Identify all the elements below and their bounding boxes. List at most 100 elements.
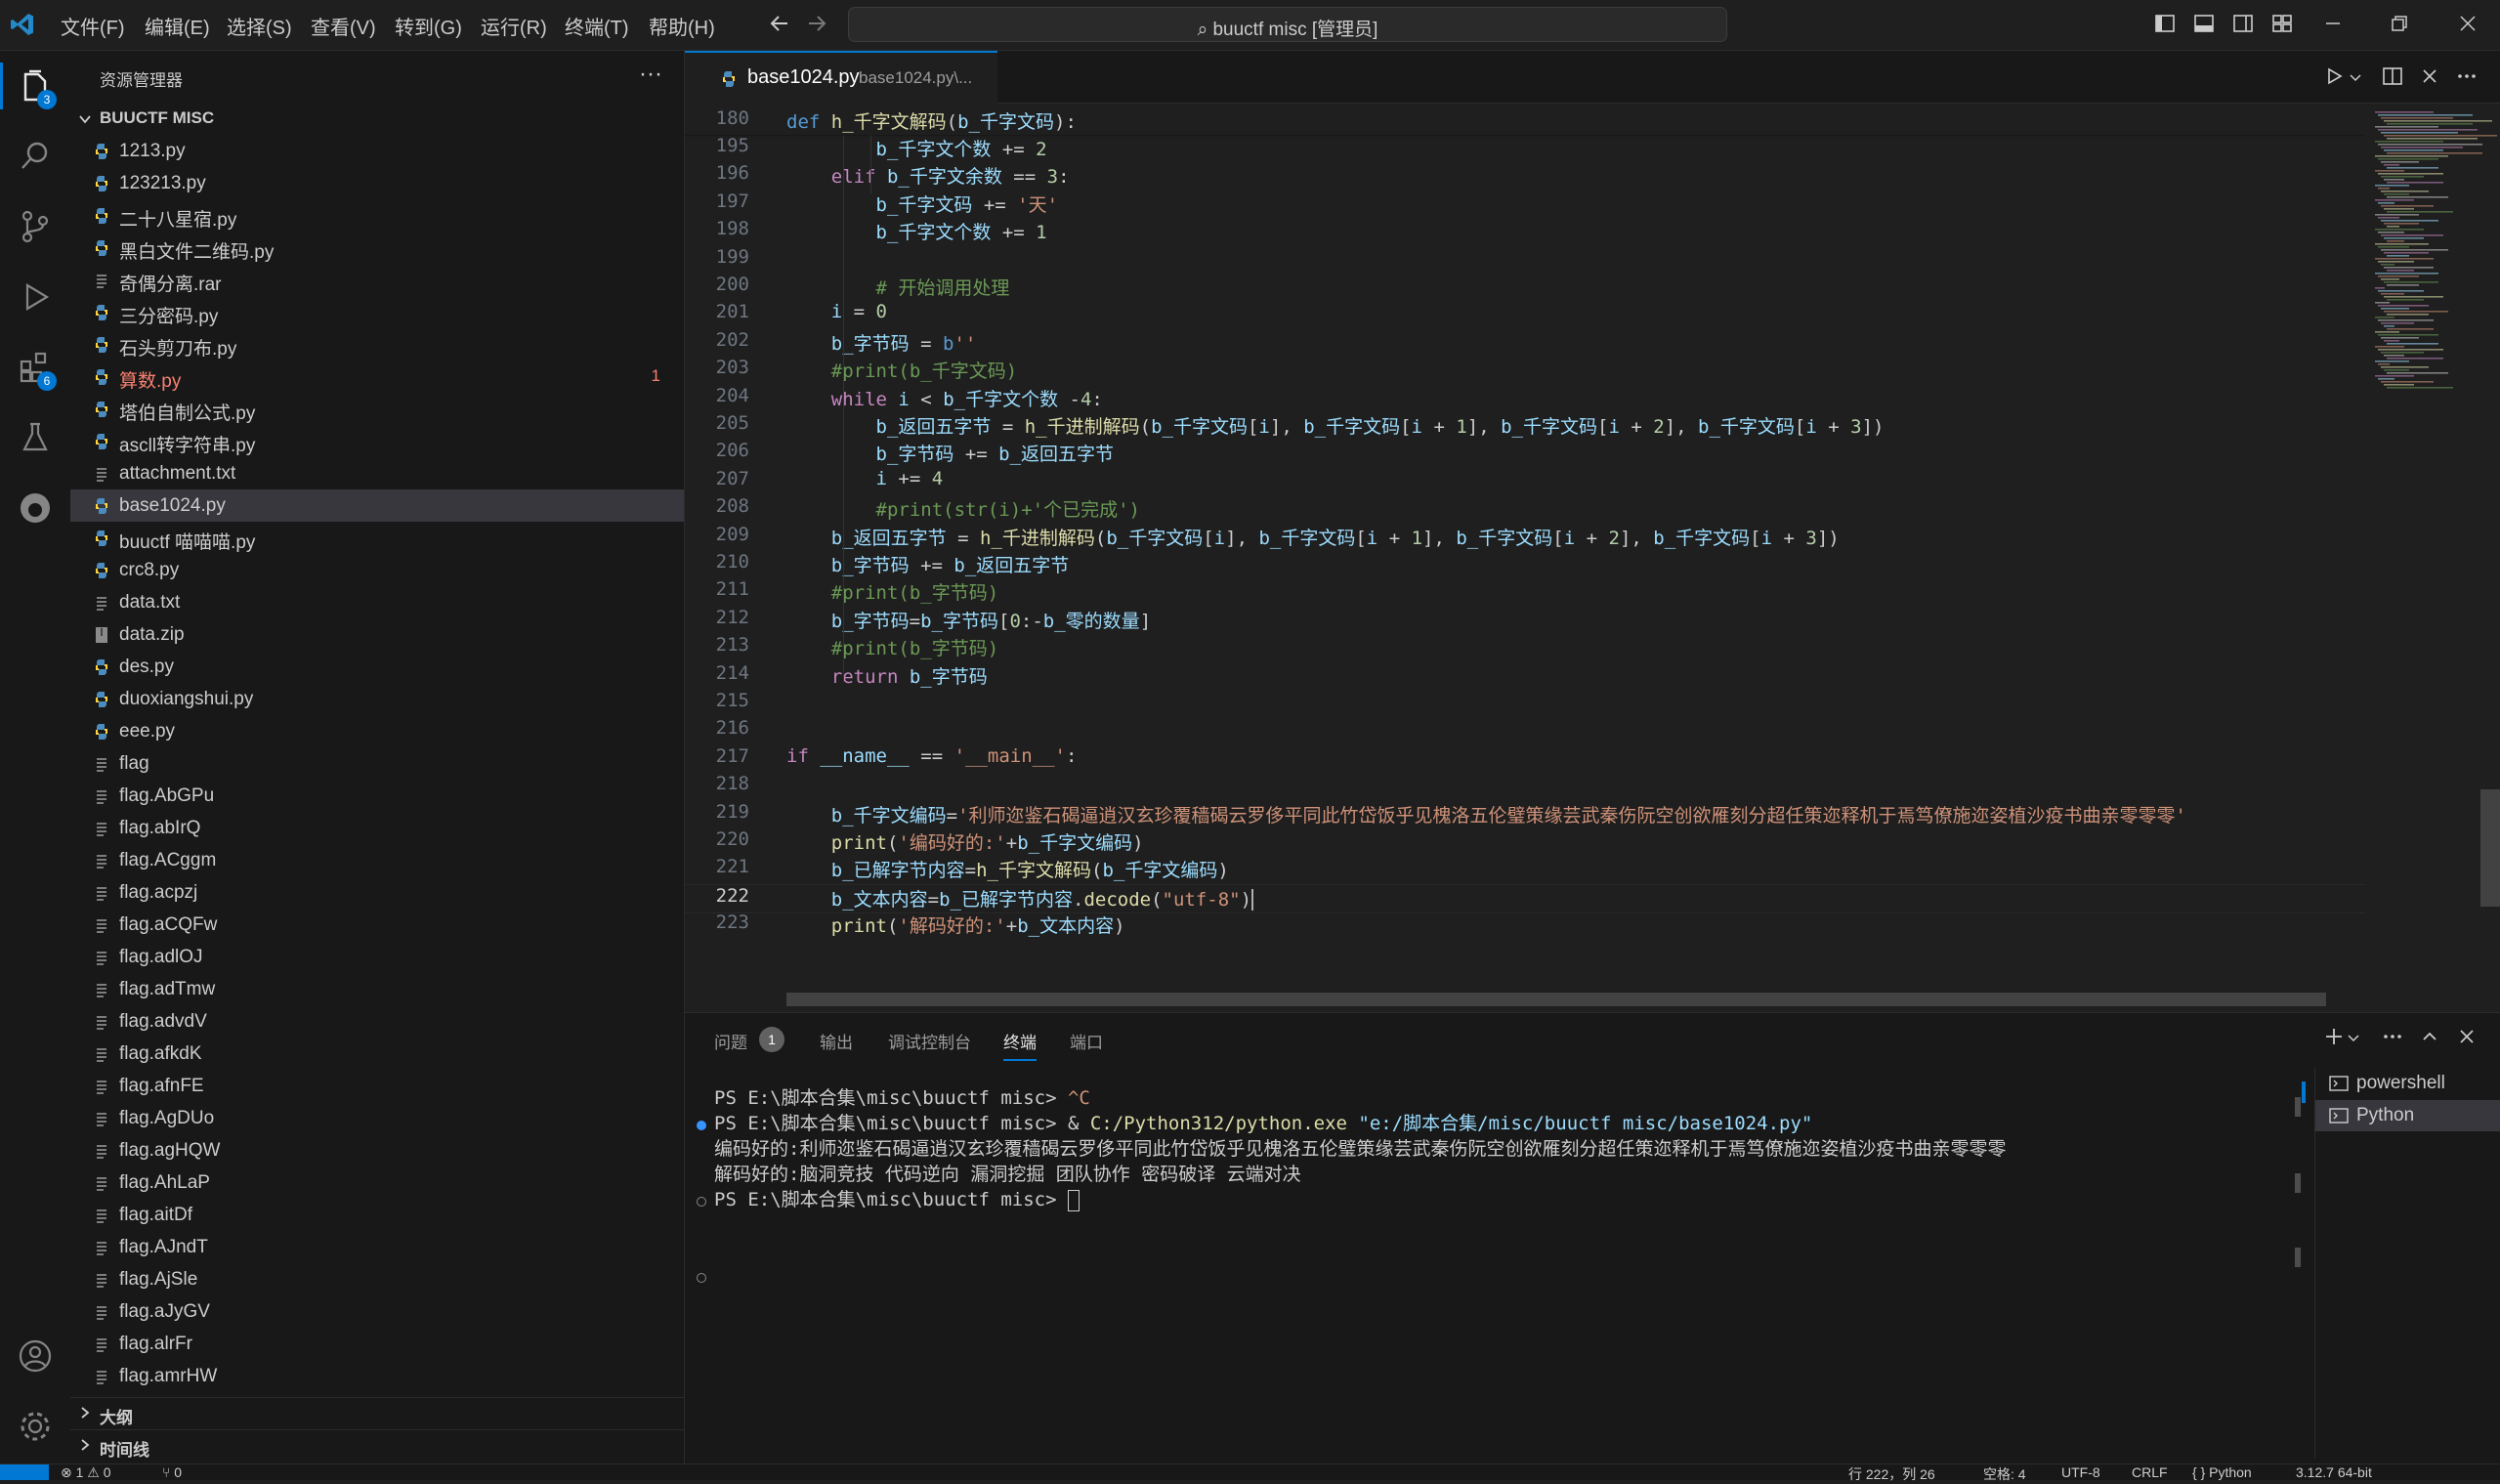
command-decoration[interactable]	[697, 1121, 706, 1130]
split-editor-icon[interactable]	[2381, 64, 2404, 88]
menu-item[interactable]: 选择(S)	[227, 12, 292, 40]
run-debug-icon[interactable]	[16, 277, 55, 317]
terminal-output[interactable]: PS E:\脚本合集\misc\buuctf misc> ^C PS E:\脚本合…	[685, 1083, 2307, 1455]
ports-status[interactable]: ⑂ 0	[162, 1464, 182, 1480]
terminal-instance[interactable]: powershell	[2315, 1068, 2500, 1099]
remote-explorer-icon[interactable]	[16, 488, 55, 528]
panel-tab[interactable]: 终端	[1003, 1029, 1037, 1061]
editor-more-icon[interactable]	[2455, 64, 2479, 88]
file-item[interactable]: 石头剪刀布.py	[70, 328, 684, 360]
file-item[interactable]: flag.AJndT	[70, 1231, 684, 1263]
toggle-panel-icon[interactable]	[2192, 12, 2216, 35]
file-item[interactable]: flag.AjSle	[70, 1263, 684, 1295]
account-icon[interactable]	[16, 1336, 55, 1376]
file-item[interactable]: flag.afkdK	[70, 1038, 684, 1070]
menu-item[interactable]: 文件(F)	[61, 12, 125, 40]
file-item[interactable]: buuctf 喵喵喵.py	[70, 522, 684, 554]
file-item[interactable]: flag.aCQFw	[70, 909, 684, 941]
customize-layout-icon[interactable]	[2270, 12, 2294, 35]
run-file-icon[interactable]	[2322, 64, 2346, 88]
code-editor[interactable]: 180 def h_千字文解码(b_千字文码): 195 b_千字文个数 += 21…	[685, 104, 2365, 1012]
panel-tab[interactable]: 端口	[1070, 1029, 1103, 1053]
file-item[interactable]: flag.abIrQ	[70, 812, 684, 844]
close-panel-icon[interactable]	[2455, 1025, 2479, 1048]
file-item[interactable]: flag.AgDUo	[70, 1102, 684, 1134]
file-item[interactable]: base1024.py	[70, 489, 684, 522]
menu-item[interactable]: 转到(G)	[395, 12, 462, 40]
vertical-scrollbar-thumb[interactable]	[2480, 789, 2500, 907]
source-control-icon[interactable]	[16, 207, 55, 246]
file-item[interactable]: flag.alrFr	[70, 1328, 684, 1360]
file-item[interactable]: 三分密码.py	[70, 296, 684, 328]
file-item[interactable]: flag.acpzj	[70, 876, 684, 909]
file-item[interactable]: 二十八星宿.py	[70, 199, 684, 232]
panel-tab[interactable]: 输出	[820, 1029, 853, 1053]
file-item[interactable]: flag.AbGPu	[70, 780, 684, 812]
command-decoration[interactable]	[697, 1273, 706, 1283]
file-item[interactable]: crc8.py	[70, 554, 684, 586]
file-item[interactable]: 123213.py	[70, 167, 684, 199]
file-item[interactable]: flag.aitDf	[70, 1199, 684, 1231]
cursor-position[interactable]: 行 222，列 26	[1848, 1464, 1935, 1484]
file-item[interactable]: 奇偶分离.rar	[70, 264, 684, 296]
back-arrow-icon[interactable]	[768, 12, 791, 35]
search-icon[interactable]	[16, 137, 55, 176]
tab-base1024[interactable]: base1024.py base1024.py\...	[685, 51, 997, 104]
toggle-secondary-sidebar-icon[interactable]	[2231, 12, 2255, 35]
section-timeline[interactable]: 时间线	[70, 1429, 684, 1462]
file-item[interactable]: flag.AhLaP	[70, 1166, 684, 1199]
file-item[interactable]: flag.ACggm	[70, 844, 684, 876]
minimize-icon[interactable]	[2321, 12, 2345, 35]
eol-status[interactable]: CRLF	[2132, 1464, 2168, 1480]
file-item[interactable]: eee.py	[70, 715, 684, 747]
panel-tab[interactable]: 问题	[714, 1029, 747, 1053]
file-item[interactable]: data.zip	[70, 618, 684, 651]
more-actions-icon[interactable]: ···	[639, 61, 662, 88]
file-item[interactable]: des.py	[70, 651, 684, 683]
command-center-search[interactable]: ⌕ buuctf misc [管理员]	[848, 7, 1727, 42]
file-item[interactable]: flag.adlOJ	[70, 941, 684, 973]
horizontal-scrollbar[interactable]	[786, 993, 2326, 1006]
menu-item[interactable]: 编辑(E)	[145, 12, 210, 40]
chevron-down-icon[interactable]	[2350, 74, 2361, 82]
section-outline[interactable]: 大纲	[70, 1397, 684, 1429]
encoding-status[interactable]: UTF-8	[2061, 1464, 2100, 1480]
file-item[interactable]: flag.agHQW	[70, 1134, 684, 1166]
restore-icon[interactable]	[2388, 12, 2411, 35]
file-item[interactable]: 算数.py 1	[70, 360, 684, 393]
file-item[interactable]: 黑白文件二维码.py	[70, 232, 684, 264]
problems-status[interactable]: ⊗ 1 ⚠ 0	[61, 1464, 111, 1481]
forward-arrow-icon[interactable]	[805, 12, 828, 35]
language-mode[interactable]: { } Python	[2192, 1464, 2252, 1480]
file-item[interactable]: attachment.txt	[70, 457, 684, 489]
terminal-instance[interactable]: Python	[2315, 1100, 2500, 1131]
file-item[interactable]: 塔伯自制公式.py	[70, 393, 684, 425]
file-item[interactable]: flag	[70, 747, 684, 780]
file-item[interactable]: ascll转字符串.py	[70, 425, 684, 457]
panel-more-icon[interactable]	[2381, 1025, 2404, 1048]
chevron-down-icon[interactable]	[2348, 1035, 2359, 1042]
command-decoration[interactable]	[697, 1197, 706, 1207]
file-item[interactable]: data.txt	[70, 586, 684, 618]
menu-item[interactable]: 查看(V)	[311, 12, 376, 40]
file-item[interactable]: flag.adTmw	[70, 973, 684, 1005]
python-interpreter[interactable]: 3.12.7 64-bit	[2296, 1464, 2372, 1480]
new-terminal-icon[interactable]	[2322, 1025, 2346, 1048]
maximize-panel-icon[interactable]	[2418, 1025, 2441, 1048]
menu-item[interactable]: 帮助(H)	[649, 12, 715, 40]
file-item[interactable]: duoxiangshui.py	[70, 683, 684, 715]
menu-item[interactable]: 终端(T)	[565, 12, 629, 40]
file-item[interactable]: flag.aJyGV	[70, 1295, 684, 1328]
settings-gear-icon[interactable]	[16, 1407, 55, 1446]
panel-tab[interactable]: 调试控制台	[888, 1029, 971, 1053]
file-item[interactable]: flag.afnFE	[70, 1070, 684, 1102]
file-item[interactable]: flag.advdV	[70, 1005, 684, 1038]
file-item[interactable]: flag.amrHW	[70, 1360, 684, 1392]
close-editor-icon[interactable]	[2418, 64, 2441, 88]
toggle-sidebar-icon[interactable]	[2153, 12, 2177, 35]
indentation-status[interactable]: 空格: 4	[1983, 1464, 2026, 1484]
remote-indicator[interactable]	[0, 1464, 49, 1480]
folder-header[interactable]: BUUCTF MISC	[70, 105, 684, 134]
menu-item[interactable]: 运行(R)	[481, 12, 547, 40]
testing-flask-icon[interactable]	[16, 418, 55, 457]
